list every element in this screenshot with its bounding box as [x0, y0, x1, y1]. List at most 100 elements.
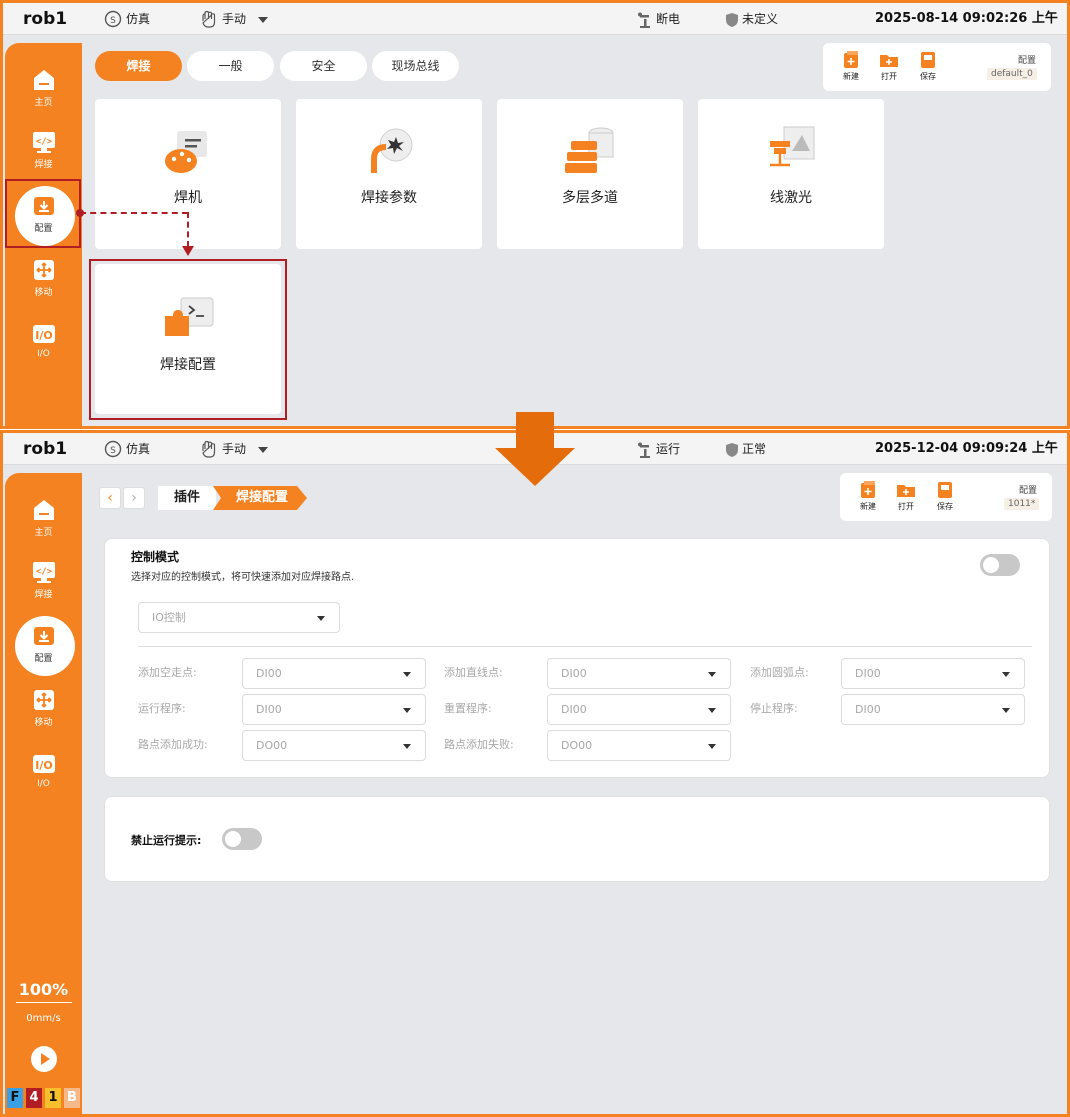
chevron-down-icon — [257, 446, 268, 453]
control-mode-select[interactable]: IO控制 — [138, 602, 340, 633]
card-weld-params[interactable]: 焊接参数 — [296, 99, 482, 249]
shield-icon — [726, 12, 738, 27]
run-prompt-section: 禁止运行提示: — [104, 796, 1050, 882]
tab-safety[interactable]: 安全 — [280, 51, 367, 81]
speed-underline — [16, 1002, 72, 1003]
sidebar-item-io[interactable]: I/O I/O — [5, 747, 82, 803]
code-icon: </> — [32, 562, 55, 583]
svg-text:</>: </> — [35, 567, 52, 577]
point-add-fail-select[interactable]: DO00 — [547, 730, 731, 761]
back-button[interactable]: ‹ — [99, 487, 121, 509]
new-config-button[interactable]: 新建 — [851, 480, 885, 512]
field-label: 路点添加失败: — [444, 738, 514, 751]
laser-icon — [770, 126, 815, 167]
field-label: 添加直线点: — [444, 666, 503, 679]
sidebar-item-weld[interactable]: </> 焊接 — [5, 125, 82, 181]
card-line-laser[interactable]: 线激光 — [698, 99, 884, 249]
point-add-success-select[interactable]: DO00 — [242, 730, 426, 761]
sidebar-item-config[interactable]: 配置 — [5, 616, 82, 676]
svg-text:I/O: I/O — [35, 329, 52, 342]
sim-mode-indicator[interactable]: S 仿真 — [103, 433, 150, 465]
hand-icon — [202, 440, 216, 458]
new-config-button[interactable]: 新建 — [834, 50, 868, 82]
shield-icon — [726, 442, 738, 457]
indicator-4: 4 — [26, 1088, 42, 1108]
sim-mode-indicator[interactable]: S 仿真 — [103, 3, 150, 35]
sidebar-item-move[interactable]: 移动 — [5, 253, 82, 309]
chevron-down-icon — [708, 708, 716, 713]
field-label: 运行程序: — [138, 702, 186, 715]
play-icon[interactable] — [30, 1045, 58, 1073]
sidebar-item-io[interactable]: I/O I/O — [5, 317, 82, 373]
field-label: 重置程序: — [444, 702, 492, 715]
svg-text:S: S — [110, 16, 116, 26]
card-label: 焊接参数 — [361, 190, 417, 206]
control-mode-toggle[interactable] — [980, 554, 1020, 576]
folder-icon — [880, 55, 898, 67]
control-mode-title: 控制模式 — [131, 550, 180, 564]
reset-program-select[interactable]: DI00 — [547, 694, 731, 725]
open-config-button[interactable]: 打开 — [889, 480, 923, 512]
chevron-down-icon — [257, 16, 268, 23]
add-line-point-select[interactable]: DI00 — [547, 658, 731, 689]
breadcrumb-weld-config: 焊接配置 — [235, 490, 288, 505]
power-status: 断电 — [637, 3, 680, 35]
speed-percent[interactable]: 100% — [5, 980, 82, 999]
config-file-panel: 新建 打开 保存 配置 default_0 — [823, 43, 1051, 91]
chevron-down-icon — [1002, 672, 1010, 677]
sidebar-item-weld[interactable]: </> 焊接 — [5, 555, 82, 611]
run-status: 运行 — [637, 433, 680, 465]
card-label: 线激光 — [770, 190, 812, 206]
disable-run-prompt-toggle[interactable] — [222, 828, 262, 850]
control-mode-section: 控制模式 选择对应的控制模式，将可快速添加对应焊接路点. IO控制 添加空走点:… — [104, 538, 1050, 778]
torch-icon — [371, 128, 413, 173]
forward-button[interactable]: › — [123, 487, 145, 509]
safety-status: 未定义 — [725, 3, 778, 35]
sim-icon: S — [104, 440, 122, 457]
io-icon: I/O — [32, 755, 55, 773]
indicator-1: 1 — [45, 1088, 61, 1108]
move-icon — [33, 260, 54, 280]
tab-weld[interactable]: 焊接 — [95, 51, 182, 81]
save-icon — [938, 482, 952, 498]
run-program-select[interactable]: DI00 — [242, 694, 426, 725]
tab-general[interactable]: 一般 — [187, 51, 274, 81]
robot-arm-icon — [638, 12, 650, 28]
field-label: 添加圆弧点: — [750, 666, 809, 679]
save-icon — [921, 52, 935, 68]
sidebar-item-move[interactable]: 移动 — [5, 683, 82, 739]
safety-status: 正常 — [725, 433, 766, 465]
chevron-down-icon — [708, 744, 716, 749]
control-mode-dropdown[interactable]: 手动 — [199, 433, 268, 465]
disable-run-prompt-label: 禁止运行提示: — [131, 834, 202, 847]
top-screenshot-panel: rob1 S 仿真 手动 断电 未定义 2025-08-14 09:02:26 上… — [0, 0, 1070, 429]
card-multilayer[interactable]: 多层多道 — [497, 99, 683, 249]
save-config-button[interactable]: 保存 — [928, 480, 962, 512]
add-arc-point-select[interactable]: DI00 — [841, 658, 1025, 689]
transition-arrow-icon — [495, 412, 575, 486]
control-mode-dropdown[interactable]: 手动 — [199, 3, 268, 35]
speed-value: 0mm/s — [26, 1013, 61, 1024]
home-icon — [33, 500, 54, 520]
bottom-screenshot-panel: rob1 S 仿真 手动 运行 正常 2025-12-04 09:09:24 上午… — [0, 430, 1070, 1117]
save-config-button[interactable]: 保存 — [911, 50, 945, 82]
config-name: 1011* — [1004, 498, 1040, 510]
field-label: 路点添加成功: — [138, 738, 208, 751]
sim-icon: S — [104, 10, 122, 27]
move-icon — [33, 690, 54, 710]
open-config-button[interactable]: 打开 — [872, 50, 906, 82]
config-name: default_0 — [987, 68, 1037, 80]
breadcrumb-plugin[interactable]: 插件 — [158, 486, 216, 510]
annotation-arrowhead — [182, 246, 194, 256]
svg-text:S: S — [110, 446, 116, 456]
sidebar-item-home[interactable]: 主页 — [5, 493, 82, 549]
stop-program-select[interactable]: DI00 — [841, 694, 1025, 725]
tab-fieldbus[interactable]: 现场总线 — [372, 51, 459, 81]
datetime: 2025-12-04 09:09:24 上午 — [875, 441, 1058, 456]
divider — [138, 646, 1032, 647]
add-air-point-select[interactable]: DI00 — [242, 658, 426, 689]
config-title: 配置 — [1018, 56, 1037, 66]
io-icon: I/O — [32, 325, 55, 343]
hand-icon — [202, 10, 216, 28]
sidebar-item-home[interactable]: 主页 — [5, 63, 82, 119]
